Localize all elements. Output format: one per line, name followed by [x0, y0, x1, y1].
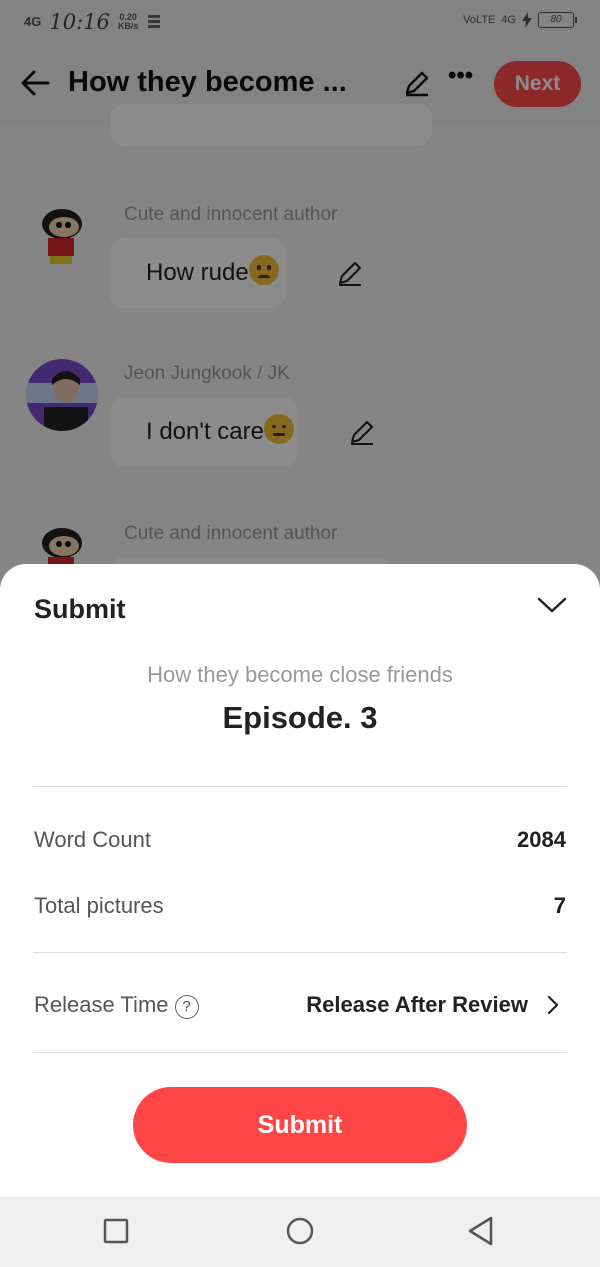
submit-button[interactable]: Submit	[133, 1087, 467, 1163]
system-nav-bar	[0, 1197, 600, 1267]
word-count-value: 2084	[517, 827, 566, 852]
help-icon[interactable]: ?	[174, 995, 199, 1019]
chevron-right-icon[interactable]	[543, 992, 563, 1018]
triangle-nav-icon[interactable]	[464, 1213, 500, 1249]
square-nav-icon[interactable]	[98, 1213, 134, 1249]
chevron-down-icon[interactable]	[535, 590, 569, 620]
total-pictures-value: 7	[553, 893, 566, 918]
episode-title: Episode. 3	[222, 700, 378, 735]
word-count-label: Word Count	[34, 827, 151, 852]
story-title: How they become close friends	[147, 662, 453, 687]
sheet-title: Submit	[34, 594, 126, 624]
circle-nav-icon[interactable]	[282, 1213, 318, 1249]
release-time-text: Release Time	[34, 992, 169, 1017]
divider	[33, 786, 567, 787]
divider	[33, 952, 567, 953]
total-pictures-label: Total pictures	[34, 893, 164, 918]
release-time-value[interactable]: Release After Review	[306, 992, 528, 1018]
release-time-label: Release Time?	[34, 992, 199, 1019]
submit-sheet: Submit How they become close friends Epi…	[0, 564, 600, 1197]
divider	[33, 1052, 567, 1053]
